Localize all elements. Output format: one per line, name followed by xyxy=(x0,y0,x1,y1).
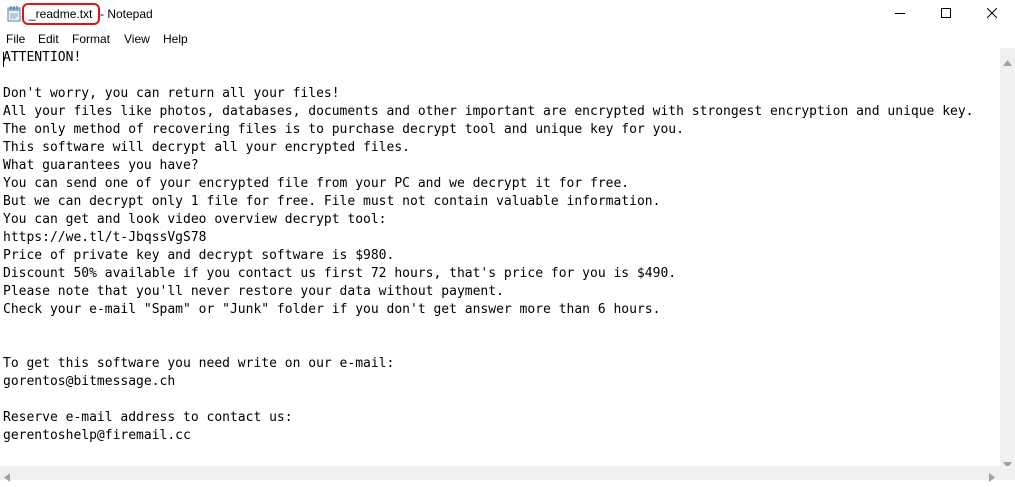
text-line: What guarantees you have? xyxy=(3,158,199,173)
horizontal-scrollbar[interactable] xyxy=(0,466,1000,482)
window-title-filename: _readme.txt xyxy=(22,3,100,25)
menu-file[interactable]: File xyxy=(6,31,25,47)
text-line: To get this software you need write on o… xyxy=(3,356,395,371)
close-button[interactable] xyxy=(969,0,1015,28)
menu-bar: File Edit Format View Help xyxy=(0,28,1015,49)
text-line: Check your e-mail "Spam" or "Junk" folde… xyxy=(3,302,661,317)
menu-edit[interactable]: Edit xyxy=(38,31,59,47)
maximize-icon xyxy=(941,5,951,23)
minimize-icon xyxy=(895,5,905,23)
minimize-button[interactable] xyxy=(877,0,923,28)
notepad-icon xyxy=(7,6,21,22)
text-line: All your files like photos, databases, d… xyxy=(3,104,974,119)
text-line: Reserve e-mail address to contact us: xyxy=(3,410,293,425)
menu-view[interactable]: View xyxy=(124,31,150,47)
scroll-right-icon[interactable] xyxy=(989,469,995,487)
text-line: Price of private key and decrypt softwar… xyxy=(3,248,395,263)
title-bar: _readme.txt - Notepad xyxy=(0,0,1015,28)
scrollbar-corner xyxy=(1000,466,1015,480)
scroll-left-icon[interactable] xyxy=(4,469,10,487)
text-line: https://we.tl/t-JbqssVgS78 xyxy=(3,230,207,245)
text-line: Discount 50% available if you contact us… xyxy=(3,266,677,281)
maximize-button[interactable] xyxy=(923,0,969,28)
text-line: You can get and look video overview decr… xyxy=(3,212,387,227)
text-line: ATTENTION! xyxy=(3,50,82,65)
menu-help[interactable]: Help xyxy=(163,31,188,47)
vertical-scrollbar[interactable] xyxy=(1000,48,1015,468)
menu-format[interactable]: Format xyxy=(72,31,110,47)
text-editor[interactable]: ATTENTION! Don't worry, you can return a… xyxy=(0,48,1000,466)
text-line: The only method of recovering files is t… xyxy=(3,122,684,137)
text-line: This software will decrypt all your encr… xyxy=(3,140,410,155)
text-line: gerentoshelp@firemail.cc xyxy=(3,428,191,443)
text-line: But we can decrypt only 1 file for free.… xyxy=(3,194,661,209)
close-icon xyxy=(986,5,998,23)
text-line: You can send one of your encrypted file … xyxy=(3,176,630,191)
text-line: Don't worry, you can return all your fil… xyxy=(3,86,340,101)
window-title-app: - Notepad xyxy=(100,7,153,21)
text-line: gorentos@bitmessage.ch xyxy=(3,374,176,389)
text-line: Please note that you'll never restore yo… xyxy=(3,284,504,299)
scroll-up-icon[interactable] xyxy=(1003,53,1012,71)
